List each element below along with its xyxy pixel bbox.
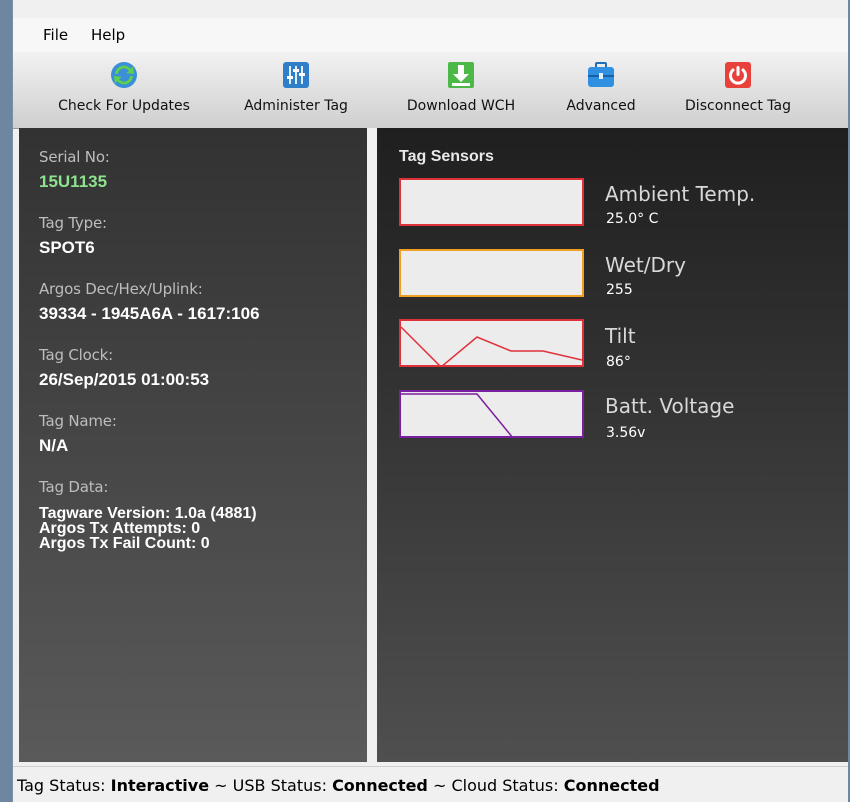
- batt-voltage-name: Batt. Voltage: [605, 394, 735, 418]
- download-wch-label: Download WCH: [406, 98, 516, 114]
- wet-dry-graph: [399, 249, 584, 297]
- download-icon: [448, 62, 474, 88]
- wet-dry-name: Wet/Dry: [605, 253, 686, 277]
- serial-label: Serial No:: [39, 148, 110, 166]
- administer-tag-button[interactable]: Administer Tag: [228, 56, 364, 124]
- status-bar: Tag Status: Interactive ~ USB Status: Co…: [13, 766, 848, 802]
- administer-tag-label: Administer Tag: [244, 98, 348, 114]
- panel-splitter[interactable]: [367, 128, 377, 762]
- advanced-button[interactable]: Advanced: [553, 56, 649, 124]
- toolbox-icon: [588, 62, 614, 87]
- usb-status-label: ~ USB Status:: [214, 776, 327, 795]
- tag-data-line: Tagware Version: 1.0a (4881): [39, 505, 257, 522]
- argos-value: 39334 - 1945A6A - 1617:106: [39, 304, 260, 323]
- tag-type-value: SPOT6: [39, 238, 95, 257]
- tag-status-label: Tag Status:: [17, 776, 106, 795]
- disconnect-tag-label: Disconnect Tag: [685, 98, 791, 114]
- sensors-title: Tag Sensors: [399, 148, 494, 165]
- tag-data-line: Argos Tx Fail Count: 0: [39, 535, 210, 552]
- menu-file[interactable]: File: [43, 26, 68, 44]
- tilt-sparkline: [401, 326, 582, 365]
- menu-bar: File Help: [13, 18, 848, 53]
- ambient-temp-graph: [399, 178, 584, 226]
- tag-data-line: Argos Tx Attempts: 0: [39, 520, 201, 537]
- check-updates-button[interactable]: Check For Updates: [41, 56, 207, 124]
- tilt-name: Tilt: [605, 324, 636, 348]
- sliders-icon: [283, 62, 309, 88]
- status-line: Tag Status: Interactive ~ USB Status: Co…: [17, 776, 660, 795]
- check-updates-label: Check For Updates: [58, 98, 190, 114]
- batt-voltage-value: 3.56v: [606, 425, 646, 441]
- tag-clock-value: 26/Sep/2015 01:00:53: [39, 370, 210, 389]
- advanced-label: Advanced: [566, 98, 636, 114]
- menu-help[interactable]: Help: [91, 26, 125, 44]
- tag-type-label: Tag Type:: [39, 214, 107, 232]
- ambient-temp-value: 25.0° C: [606, 211, 659, 227]
- batt-voltage-graph: [399, 390, 584, 438]
- cloud-status-label: ~ Cloud Status:: [432, 776, 559, 795]
- refresh-globe-icon: [111, 62, 137, 88]
- tag-name-value: N/A: [39, 436, 69, 455]
- tag-data-list: Tagware Version: 1.0a (4881) Argos Tx At…: [39, 505, 257, 552]
- batt-voltage-sparkline: [401, 393, 513, 436]
- tag-info-panel: Serial No: 15U1135 Tag Type: SPOT6 Argos…: [19, 128, 367, 762]
- usb-status-value: Connected: [332, 776, 428, 795]
- argos-label: Argos Dec/Hex/Uplink:: [39, 280, 203, 298]
- tilt-value: 86°: [606, 354, 631, 370]
- serial-value: 15U1135: [39, 172, 108, 191]
- power-icon: [725, 62, 751, 88]
- wet-dry-value: 255: [606, 282, 633, 298]
- tag-clock-label: Tag Clock:: [39, 346, 113, 364]
- download-wch-button[interactable]: Download WCH: [386, 56, 536, 124]
- sensors-panel: Tag Sensors Ambient Temp. 25.0° C Wet/Dr…: [377, 128, 848, 762]
- tag-name-label: Tag Name:: [39, 412, 117, 430]
- ambient-temp-name: Ambient Temp.: [605, 182, 756, 206]
- disconnect-tag-button[interactable]: Disconnect Tag: [668, 56, 808, 124]
- toolbar: Check For Updates Administer Tag Downloa…: [13, 52, 848, 129]
- tilt-graph: [399, 319, 584, 367]
- tag-data-label: Tag Data:: [39, 478, 109, 496]
- cloud-status-value: Connected: [563, 776, 660, 795]
- tag-status-value: Interactive: [110, 776, 210, 795]
- app-window: File Help Check For Updates Administer T…: [12, 0, 848, 802]
